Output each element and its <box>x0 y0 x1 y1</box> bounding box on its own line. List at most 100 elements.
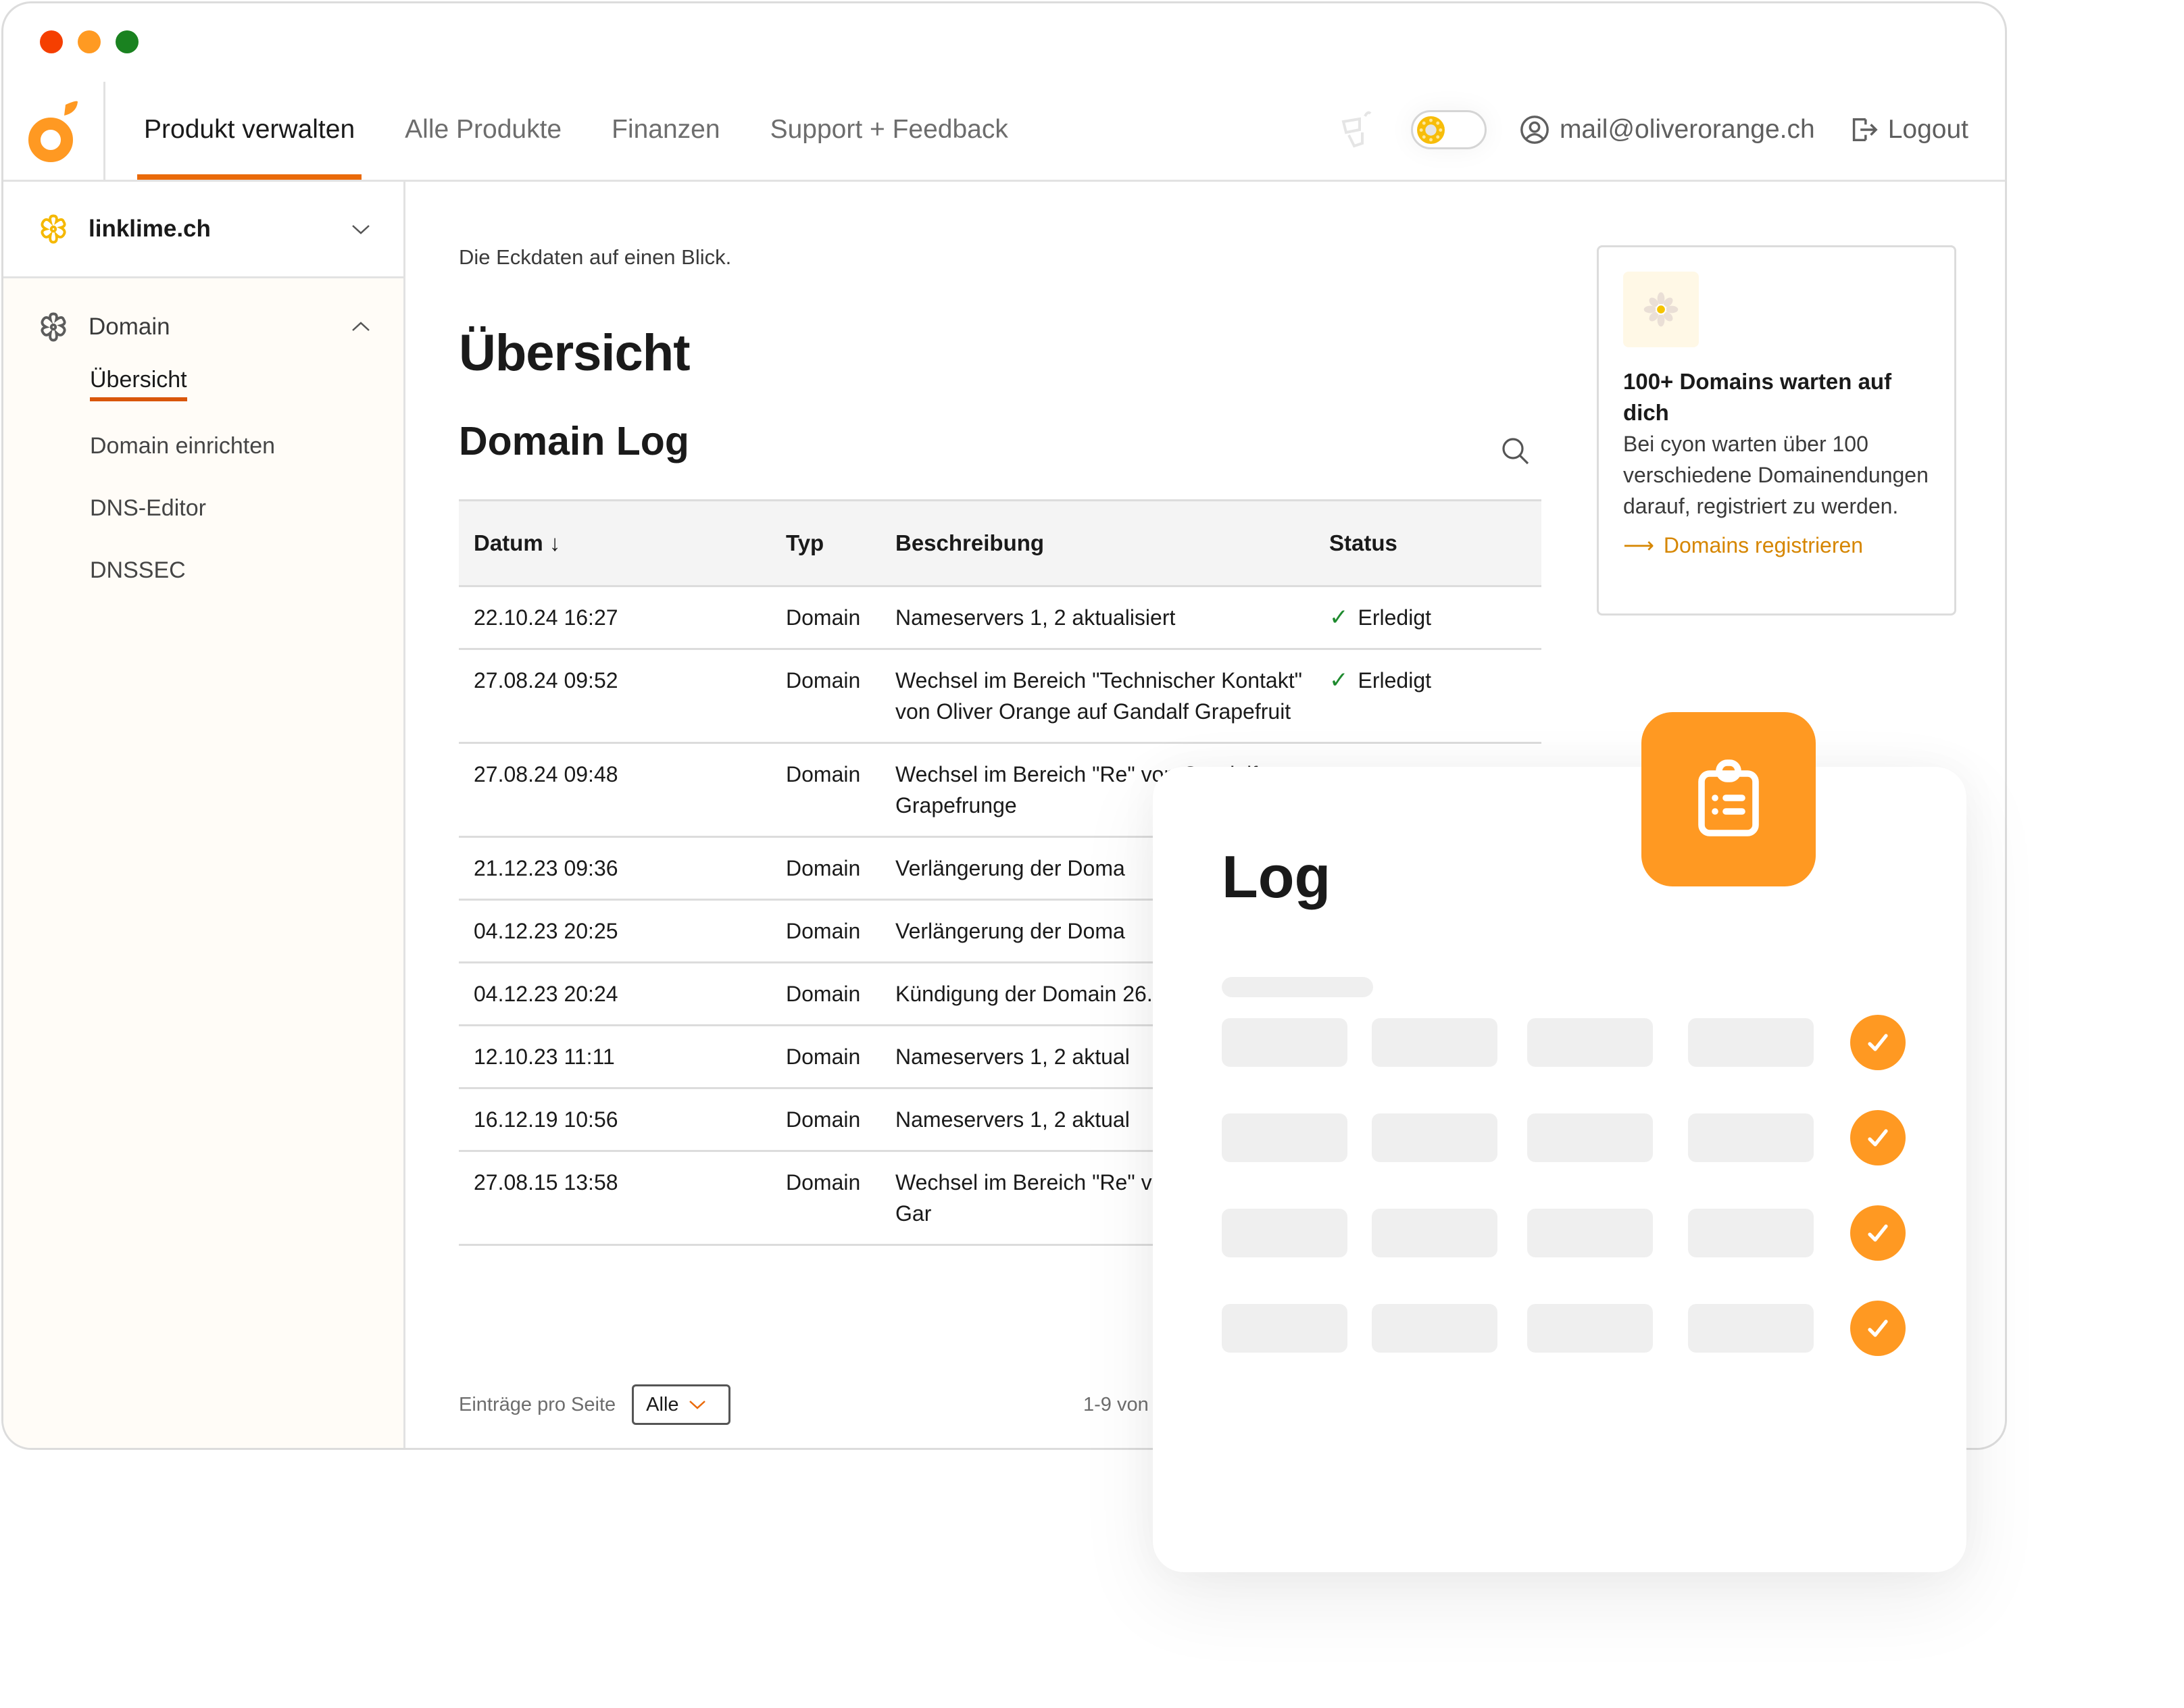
check-circle-icon <box>1850 1110 1906 1165</box>
promo-title: 100+ Domains warten auf dich <box>1623 369 1892 425</box>
user-circle-icon <box>1520 115 1549 144</box>
search-icon[interactable] <box>1499 435 1532 468</box>
section-title: Domain Log <box>459 419 689 463</box>
log-feature-card: Log <box>1153 712 1966 1572</box>
check-circle-icon <box>1850 1205 1906 1261</box>
type-cell: Domain <box>771 899 880 963</box>
logo-divider <box>103 82 105 182</box>
status-label: Erledigt <box>1358 668 1432 693</box>
product-selector[interactable]: linklime.ch <box>3 182 403 278</box>
flower-outline-icon <box>41 312 66 342</box>
skeleton-cell <box>1222 1209 1347 1257</box>
page-lead: Die Eckdaten auf einen Blick. <box>459 245 732 269</box>
table-header-row: Datum ↓ Typ Beschreibung Status <box>459 499 1541 587</box>
chevron-down-icon <box>352 225 370 234</box>
close-window-button[interactable] <box>40 30 63 53</box>
date-cell: 04.12.23 20:25 <box>459 899 771 963</box>
column-header-status: Status <box>1314 499 1541 587</box>
column-header-beschreibung: Beschreibung <box>880 499 1314 587</box>
pagination-info: 1-9 von <box>1083 1393 1149 1415</box>
per-page-value: Alle <box>646 1393 679 1415</box>
table-row[interactable]: 22.10.24 16:27 Domain Nameservers 1, 2 akt… <box>459 586 1541 650</box>
sort-arrow-icon: ↓ <box>549 530 561 555</box>
sun-icon <box>1416 116 1445 144</box>
flower-icon <box>41 214 66 244</box>
skeleton-cell <box>1527 1018 1653 1067</box>
sidebar-group-domain[interactable]: Domain <box>3 303 403 351</box>
check-circle-icon <box>1850 1301 1906 1356</box>
type-cell: Domain <box>771 962 880 1026</box>
nav-produkt-verwalten[interactable]: Produkt verwalten <box>136 79 362 180</box>
cyon-logo-icon[interactable] <box>28 99 82 163</box>
promo-text: Bei cyon warten über 100 verschiedene Do… <box>1623 432 1929 518</box>
window-controls <box>40 30 139 53</box>
date-cell: 16.12.19 10:56 <box>459 1088 771 1152</box>
nav-support-feedback[interactable]: Support + Feedback <box>770 79 1008 180</box>
sidebar-item-domain-einrichten[interactable]: Domain einrichten <box>90 415 403 477</box>
account-link[interactable]: mail@oliverorange.ch <box>1519 114 1815 145</box>
per-page-label: Einträge pro Seite <box>459 1393 616 1415</box>
date-cell: 27.08.15 13:58 <box>459 1151 771 1246</box>
nav-finanzen[interactable]: Finanzen <box>612 79 720 180</box>
skeleton-cell <box>1527 1113 1653 1162</box>
skeleton-cell <box>1688 1018 1814 1067</box>
sidebar-item-uebersicht[interactable]: Übersicht <box>90 353 403 415</box>
overlay-title: Log <box>1222 843 1331 910</box>
skeleton-cell <box>1372 1209 1497 1257</box>
skeleton-cell <box>1222 1304 1347 1353</box>
skeleton-cell <box>1222 1018 1347 1067</box>
clipboard-list-icon <box>1698 759 1759 836</box>
user-email: mail@oliverorange.ch <box>1559 114 1815 144</box>
chevron-down-icon <box>689 1401 705 1409</box>
maximize-window-button[interactable] <box>116 30 139 53</box>
date-cell: 12.10.23 11:11 <box>459 1025 771 1089</box>
sidebar-item-label: Übersicht <box>90 367 187 401</box>
clipboard-list-badge <box>1641 712 1816 886</box>
skeleton-cell <box>1222 1113 1347 1162</box>
skeleton-cell <box>1688 1113 1814 1162</box>
header-actions: mail@oliverorange.ch Logout <box>1335 79 1968 180</box>
date-cell: 22.10.24 16:27 <box>459 586 771 650</box>
product-name: linklime.ch <box>89 216 211 242</box>
table-row[interactable]: 27.08.24 09:52 Domain Wechsel im Bereich "… <box>459 649 1541 744</box>
main-nav: Produkt verwalten Alle Produkte Finanzen… <box>136 79 1008 180</box>
skeleton-cell <box>1372 1304 1497 1353</box>
status-badge: ✓ Erledigt <box>1329 665 1541 696</box>
type-cell: Domain <box>771 586 880 650</box>
register-domains-link[interactable]: ⟶ Domains registrieren <box>1623 532 1930 558</box>
arrow-right-icon: ⟶ <box>1623 533 1654 557</box>
sidebar-item-label: DNSSEC <box>90 557 186 583</box>
theme-toggle[interactable] <box>1410 109 1487 149</box>
promo-link-label: Domains registrieren <box>1663 532 1864 557</box>
date-cell: 27.08.24 09:52 <box>459 649 771 744</box>
logout-label: Logout <box>1887 114 1968 144</box>
skeleton-cell <box>1688 1209 1814 1257</box>
type-cell: Domain <box>771 836 880 901</box>
chevron-up-icon <box>352 322 370 331</box>
description-cell: Nameservers 1, 2 aktualisiert <box>880 586 1314 650</box>
column-header-typ: Typ <box>771 499 880 587</box>
per-page-select[interactable]: Alle <box>632 1384 731 1425</box>
column-header-datum[interactable]: Datum ↓ <box>459 499 771 587</box>
sidebar-group-label: Domain <box>89 313 170 340</box>
logout-button[interactable]: Logout <box>1847 114 1968 145</box>
nav-alle-produkte[interactable]: Alle Produkte <box>405 79 562 180</box>
check-icon: ✓ <box>1329 668 1349 693</box>
mascot-icon <box>1341 111 1372 147</box>
skeleton-cell <box>1372 1113 1497 1162</box>
minimize-window-button[interactable] <box>78 30 101 53</box>
check-circle-icon <box>1850 1015 1906 1070</box>
daisy-icon <box>1623 272 1699 347</box>
skeleton-row <box>1222 1205 1906 1261</box>
sidebar-item-dnssec[interactable]: DNSSEC <box>90 539 403 601</box>
promo-card: 100+ Domains warten auf dich Bei cyon wa… <box>1597 245 1956 616</box>
sidebar-item-dns-editor[interactable]: DNS-Editor <box>90 477 403 539</box>
sidebar: linklime.ch Domain Übersicht Domain einr… <box>3 182 405 1448</box>
date-cell: 21.12.23 09:36 <box>459 836 771 901</box>
type-cell: Domain <box>771 649 880 744</box>
type-cell: Domain <box>771 1151 880 1246</box>
type-cell: Domain <box>771 1025 880 1089</box>
skeleton-header <box>1222 977 1373 997</box>
skeleton-cell <box>1527 1209 1653 1257</box>
skeleton-row <box>1222 1110 1906 1165</box>
